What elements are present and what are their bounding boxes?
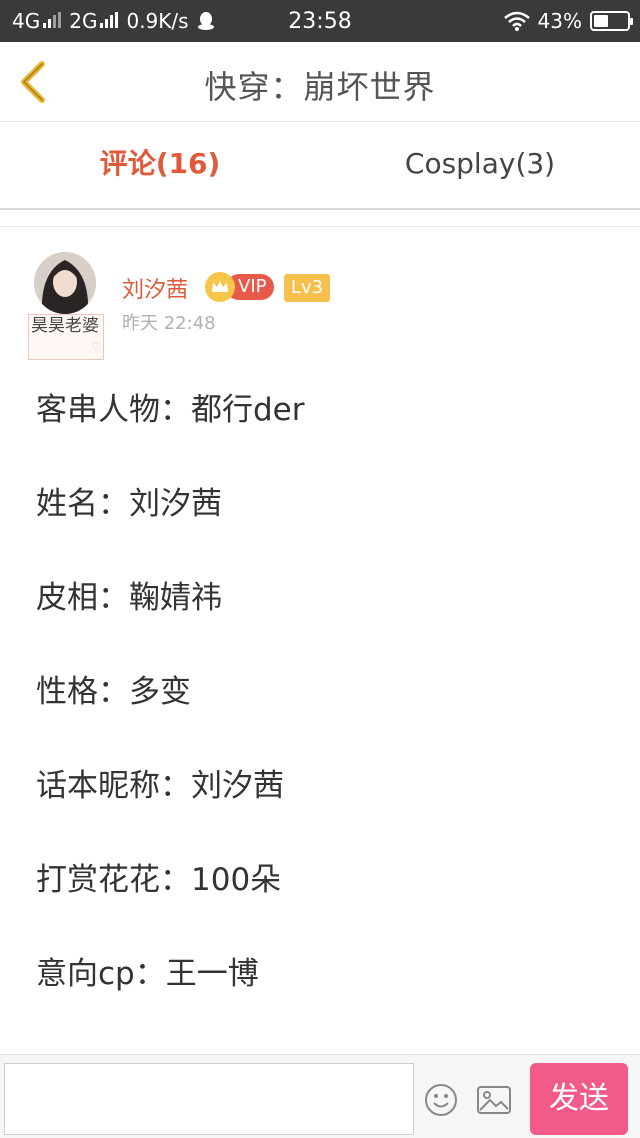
battery-level <box>594 15 608 27</box>
comment-line: 姓名：刘汐茜 <box>36 486 222 522</box>
emoji-icon[interactable] <box>424 1083 458 1117</box>
level-badge: Lv3 <box>284 274 330 302</box>
tab-comments[interactable]: 评论(16) <box>0 122 320 208</box>
send-button[interactable]: 发送 <box>530 1063 628 1135</box>
status-bar: 4G 2G 0.9K/s 23:58 43% <box>0 0 640 42</box>
tab-cosplay[interactable]: Cosplay(3) <box>320 122 640 208</box>
comment-line: 性格：多变 <box>36 674 191 710</box>
comment-line: 客串人物：都行der <box>36 392 305 428</box>
comment-line: 打赏花花：100朵 <box>36 862 282 898</box>
comment-line: 皮相：鞠婧祎 <box>36 580 222 616</box>
wifi-icon <box>503 11 530 31</box>
divider <box>0 226 640 227</box>
battery-percent: 43% <box>537 9 582 33</box>
avatar-block[interactable]: 昊昊老婆 ♡ <box>28 250 104 360</box>
avatar-image <box>34 252 96 314</box>
crown-icon <box>205 272 235 302</box>
status-right: 43% <box>503 9 633 33</box>
battery-icon <box>590 11 633 31</box>
comment-input[interactable] <box>4 1063 414 1135</box>
tab-bar: 评论(16) Cosplay(3) <box>0 122 640 210</box>
comment-username[interactable]: 刘汐茜 <box>122 272 188 304</box>
avatar-tag-text: 昊昊老婆 <box>31 316 99 336</box>
avatar[interactable] <box>34 252 96 314</box>
page-title: 快穿：崩坏世界 <box>204 68 436 106</box>
comment-line: 意向cp：王一博 <box>36 956 259 992</box>
comment-body: 客串人物：都行der 姓名：刘汐茜 皮相：鞠婧祎 性格：多变 话本昵称：刘汐茜 … <box>36 384 616 1042</box>
image-icon[interactable] <box>476 1085 512 1115</box>
heart-icon: ♡ <box>91 340 101 353</box>
comment-line: 话本昵称：刘汐茜 <box>36 768 284 804</box>
nav-header: 快穿：崩坏世界 <box>0 42 640 122</box>
avatar-tag: 昊昊老婆 ♡ <box>28 314 104 360</box>
comment-input-bar: 发送 <box>0 1054 640 1138</box>
comment-time: 昨天 22:48 <box>122 313 216 334</box>
